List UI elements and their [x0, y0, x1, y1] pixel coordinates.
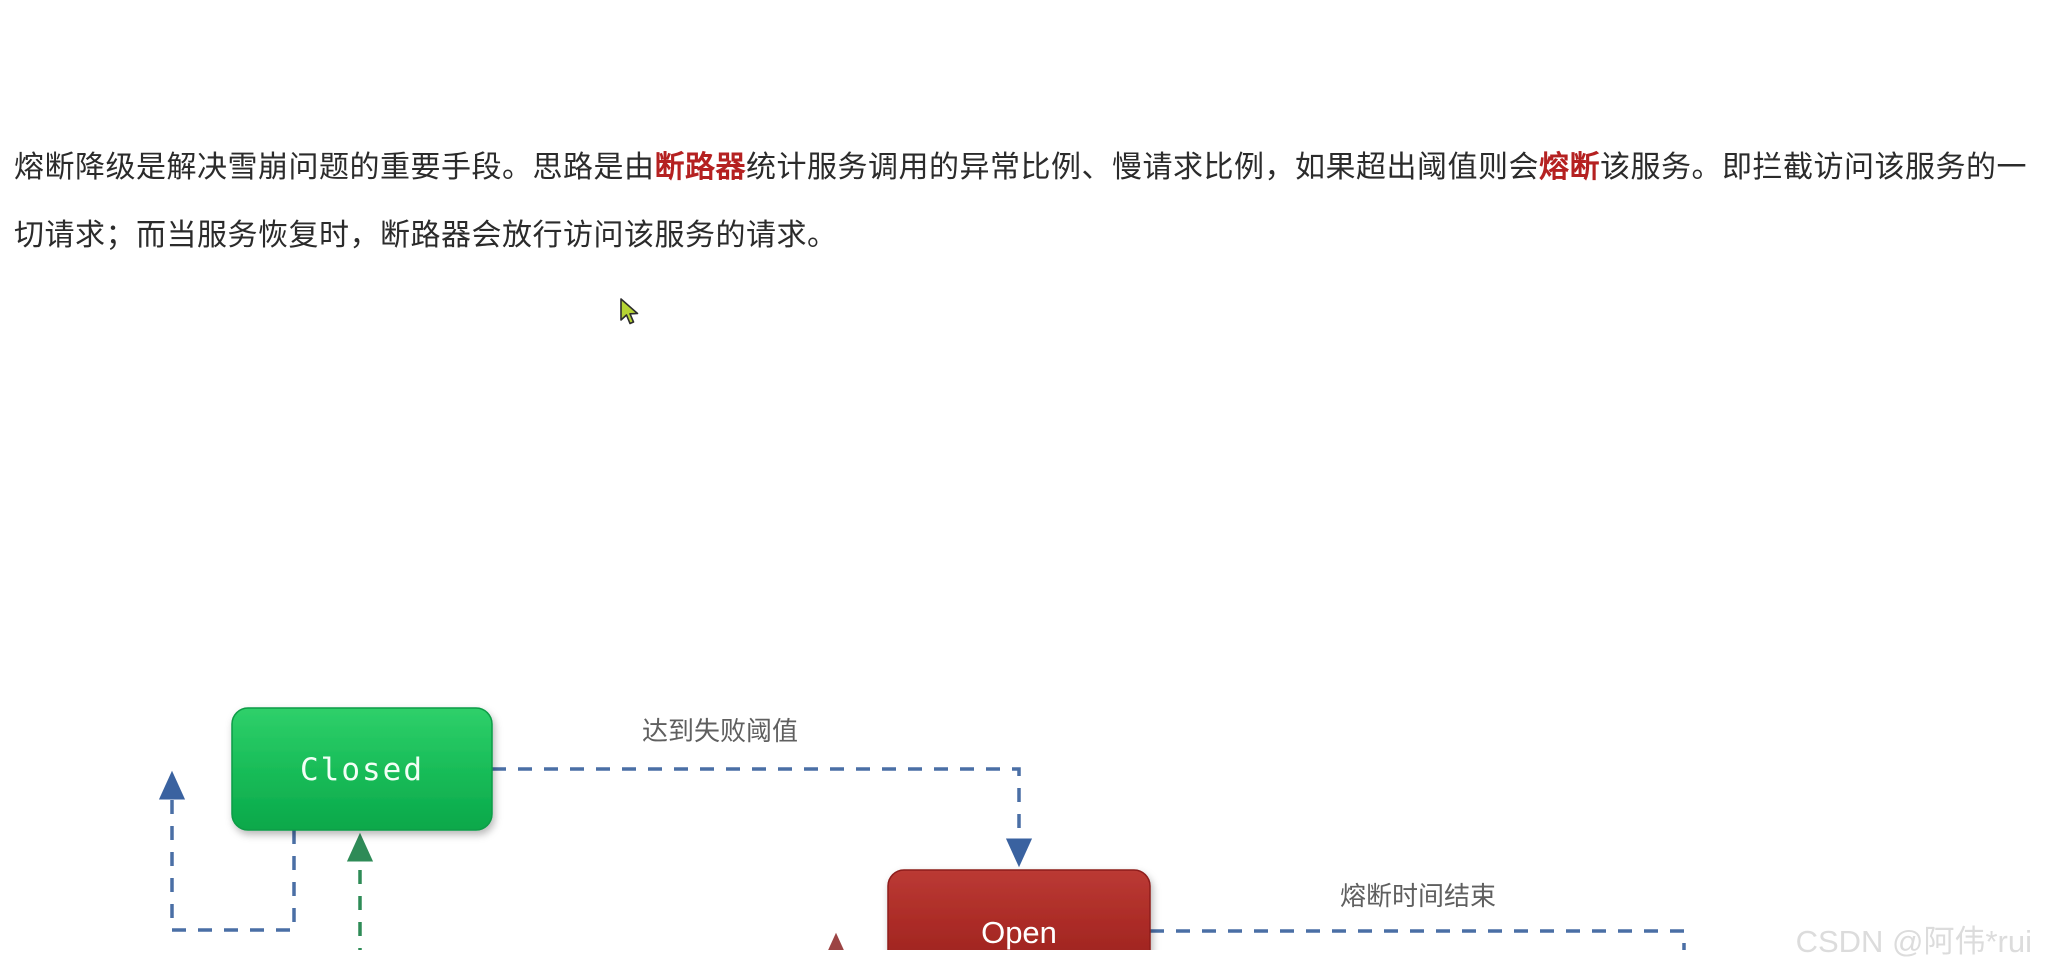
- mouse-cursor-icon: [620, 298, 639, 325]
- state-node-closed[interactable]: Closed: [231, 707, 493, 831]
- paragraph-segment-0: 熔断降级是解决雪崩问题的重要手段。思路是由: [14, 151, 655, 184]
- paragraph-emphasis-circuit-breaker: 断路器: [654, 151, 746, 184]
- edge-open-to-half-open: [1150, 929, 1686, 950]
- edge-closed-to-open: [492, 767, 1033, 868]
- paragraph-segment-2: 统计服务调用的异常比例、慢请求比例，如果超出阈值则会: [746, 151, 1539, 184]
- csdn-watermark: CSDN @阿伟*rui: [1795, 924, 2032, 959]
- state-node-open-label: Open: [981, 915, 1057, 950]
- edge-label-open-to-half-open: 熔断时间结束: [1340, 881, 1496, 911]
- paragraph-emphasis-fuse: 熔断: [1539, 151, 1600, 184]
- state-node-closed-label: Closed: [300, 752, 424, 788]
- article-paragraph: 熔断降级是解决雪崩问题的重要手段。思路是由断路器统计服务调用的异常比例、慢请求比…: [14, 134, 2034, 270]
- edge-label-closed-to-open: 达到失败阈值: [642, 716, 798, 746]
- state-node-open[interactable]: Open: [887, 869, 1151, 950]
- state-machine-diagram: 达到失败阈值 success 快速失败 熔断时间结束 fail 打开断路器 su…: [0, 330, 2048, 950]
